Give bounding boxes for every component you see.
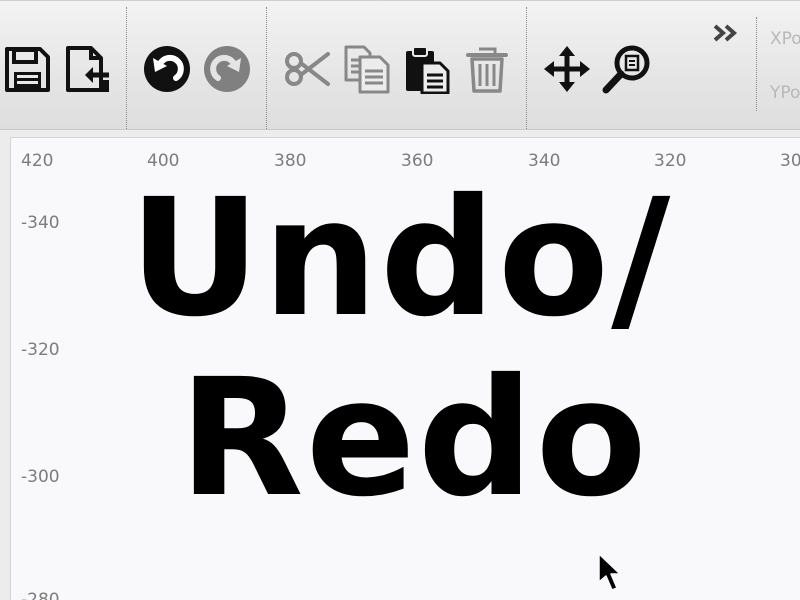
zoom-magnifier-icon bbox=[602, 45, 650, 94]
x-position-label: XPo bbox=[770, 29, 800, 49]
paste-button[interactable] bbox=[402, 41, 452, 97]
drawing-canvas[interactable]: 420 400 380 360 340 320 30 -340 -320 -30… bbox=[10, 137, 800, 600]
x-ruler-tick: 30 bbox=[780, 151, 800, 171]
double-chevron-right-icon bbox=[713, 24, 738, 42]
cut-button[interactable] bbox=[282, 41, 332, 97]
clipboard-paste-icon bbox=[406, 46, 450, 94]
canvas-text-line[interactable]: Redo bbox=[179, 358, 800, 520]
trash-icon bbox=[466, 47, 508, 93]
toolbar: XPo YPo bbox=[0, 0, 800, 130]
zoom-button[interactable] bbox=[602, 41, 652, 97]
copy-icon bbox=[344, 45, 390, 94]
undo-button[interactable] bbox=[142, 41, 192, 97]
y-ruler-tick: -300 bbox=[21, 467, 60, 487]
canvas-text-line[interactable]: Undo/ bbox=[129, 178, 800, 340]
x-ruler-tick: 420 bbox=[21, 151, 54, 171]
canvas-area: 420 400 380 360 340 320 30 -340 -320 -30… bbox=[0, 131, 800, 600]
delete-button[interactable] bbox=[462, 41, 512, 97]
floppy-disk-icon bbox=[5, 47, 50, 92]
toolbar-separator bbox=[526, 7, 527, 129]
y-ruler-tick: -340 bbox=[21, 213, 60, 233]
redo-button[interactable] bbox=[202, 41, 252, 97]
mouse-cursor-icon bbox=[598, 553, 621, 591]
copy-button[interactable] bbox=[342, 41, 392, 97]
move-arrows-icon bbox=[544, 46, 590, 92]
y-ruler-tick: -280 bbox=[21, 590, 60, 600]
toolbar-separator bbox=[756, 17, 757, 111]
drawing-app-window: XPo YPo 420 400 380 360 340 320 30 -340 … bbox=[0, 0, 800, 600]
pan-button[interactable] bbox=[542, 41, 592, 97]
export-button[interactable] bbox=[62, 41, 112, 97]
y-position-label: YPo bbox=[770, 83, 800, 103]
document-export-icon bbox=[66, 46, 109, 92]
scissors-icon bbox=[285, 52, 330, 86]
toolbar-overflow-button[interactable] bbox=[708, 19, 744, 47]
redo-icon bbox=[204, 46, 250, 92]
save-button[interactable] bbox=[2, 41, 52, 97]
undo-icon bbox=[144, 46, 190, 92]
y-ruler-tick: -320 bbox=[21, 340, 60, 360]
toolbar-separator bbox=[266, 7, 267, 129]
toolbar-separator bbox=[126, 7, 127, 129]
